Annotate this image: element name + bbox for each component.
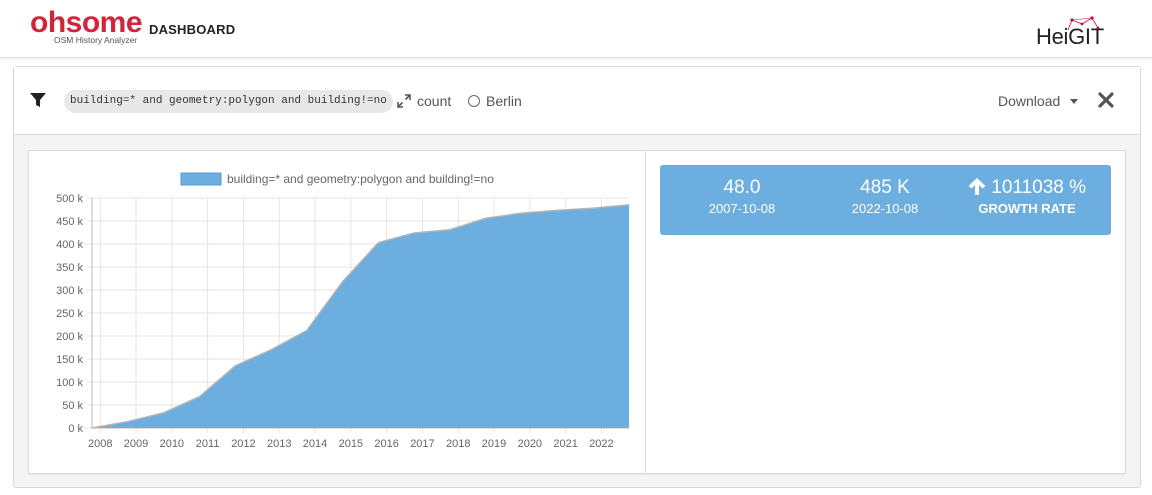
data-point	[449, 228, 451, 231]
filter-icon[interactable]	[30, 93, 46, 113]
data-point	[270, 349, 272, 351]
data-point	[306, 329, 308, 332]
logo-wordmark: ohsome	[30, 6, 143, 39]
y-tick-label: 350 k	[56, 262, 83, 274]
y-tick-label: 300 k	[56, 285, 83, 297]
stat-start-date: 2007-10-08	[708, 201, 776, 216]
logo-subtitle: OSM History Analyzer	[54, 35, 138, 45]
stat-growth-value: 1011038 %	[991, 177, 1086, 198]
y-tick-label: 400 k	[56, 239, 83, 251]
x-tick-label: 2020	[518, 438, 542, 450]
area-chart: 0 k 50 k 100 k 150 k 200 k 250 k 300 k 350 k 400…	[56, 172, 630, 450]
measure-label: count	[417, 93, 452, 109]
x-tick-label: 2016	[374, 438, 398, 450]
x-tick-label: 2008	[88, 438, 112, 450]
series-area	[92, 204, 629, 428]
radio-circle-icon	[468, 95, 480, 107]
y-tick-label: 500 k	[56, 193, 83, 205]
data-point	[341, 280, 344, 283]
data-point	[91, 427, 93, 429]
data-point	[592, 207, 594, 209]
y-tick-label: 250 k	[56, 308, 83, 320]
region-label: Berlin	[486, 93, 522, 109]
y-tick-label: 150 k	[56, 354, 83, 366]
stat-end-date: 2022-10-08	[851, 201, 919, 216]
stat-end-value: 485 K	[860, 177, 910, 198]
legend-swatch	[180, 172, 222, 186]
download-label: Download	[998, 93, 1061, 109]
x-tick-label: 2019	[482, 438, 506, 450]
x-tick-label: 2012	[231, 438, 255, 450]
close-x-icon	[1098, 92, 1114, 108]
stat-start: 48.0 2007-10-08	[667, 177, 817, 218]
dashboard-label: DASHBOARD	[149, 22, 236, 37]
y-tick-label: 450 k	[56, 216, 83, 228]
legend-label: building=* and geometry:polygon and buil…	[227, 172, 494, 186]
x-tick-label: 2017	[410, 438, 434, 450]
heigit-wordmark: HeiGIT	[1036, 24, 1104, 49]
caret-down-icon	[1070, 98, 1079, 104]
x-tick-label: 2010	[160, 438, 184, 450]
x-tick-label: 2011	[196, 438, 220, 450]
data-point	[485, 217, 487, 220]
heigit-logo[interactable]: HeiGIT	[1036, 14, 1122, 50]
data-point	[520, 212, 523, 214]
close-button[interactable]	[1098, 92, 1116, 110]
x-tick-label: 2022	[589, 438, 613, 450]
query-toolbar: building=* and geometry:polygon and buil…	[14, 67, 1140, 135]
measure-selector[interactable]: count	[397, 92, 451, 110]
stat-growth-value-row: 1011038 %	[952, 177, 1102, 199]
stats-summary-box: 48.0 2007-10-08 485 K 2022-10-08 1011038…	[660, 165, 1111, 235]
region-selector[interactable]: Berlin	[468, 92, 522, 110]
y-tick-label: 200 k	[56, 331, 83, 343]
stats-panel: 48.0 2007-10-08 485 K 2022-10-08 1011038…	[646, 151, 1125, 473]
x-tick-label: 2015	[339, 438, 363, 450]
filter-chip[interactable]: building=* and geometry:polygon and buil…	[64, 90, 393, 113]
data-point	[413, 232, 416, 234]
y-tick-label: 50 k	[62, 400, 83, 412]
x-tick-label: 2009	[124, 438, 148, 450]
chart-container: 0 k 50 k 100 k 150 k 200 k 250 k 300 k 350 k 400…	[29, 151, 646, 473]
x-tick-label: 2021	[553, 438, 577, 450]
expand-arrows-icon	[397, 94, 411, 108]
data-point	[628, 204, 630, 206]
results-panel: building=* and geometry:polygon and buil…	[13, 66, 1141, 488]
y-tick-label: 0 k	[68, 423, 83, 435]
x-tick-label: 2013	[267, 438, 291, 450]
app-header: ohsome OSM History Analyzer DASHBOARD He…	[0, 0, 1152, 58]
download-dropdown[interactable]: Download	[998, 92, 1079, 110]
y-tick-label: 100 k	[56, 377, 83, 389]
x-tick-label: 2014	[303, 438, 327, 450]
data-point	[234, 365, 236, 367]
data-point	[377, 241, 380, 244]
x-tick-label: 2018	[446, 438, 470, 450]
stat-end: 485 K 2022-10-08	[810, 177, 960, 218]
data-point	[162, 412, 165, 414]
stat-growth: 1011038 % GROWTH RATE	[952, 177, 1102, 218]
arrow-up-icon	[968, 178, 986, 195]
results-content: 0 k 50 k 100 k 150 k 200 k 250 k 300 k 350 k 400…	[28, 150, 1126, 474]
data-point	[127, 420, 129, 423]
stat-growth-label: GROWTH RATE	[978, 201, 1076, 216]
data-point	[556, 209, 559, 212]
data-point	[198, 395, 201, 398]
stat-start-value: 48.0	[723, 177, 761, 198]
